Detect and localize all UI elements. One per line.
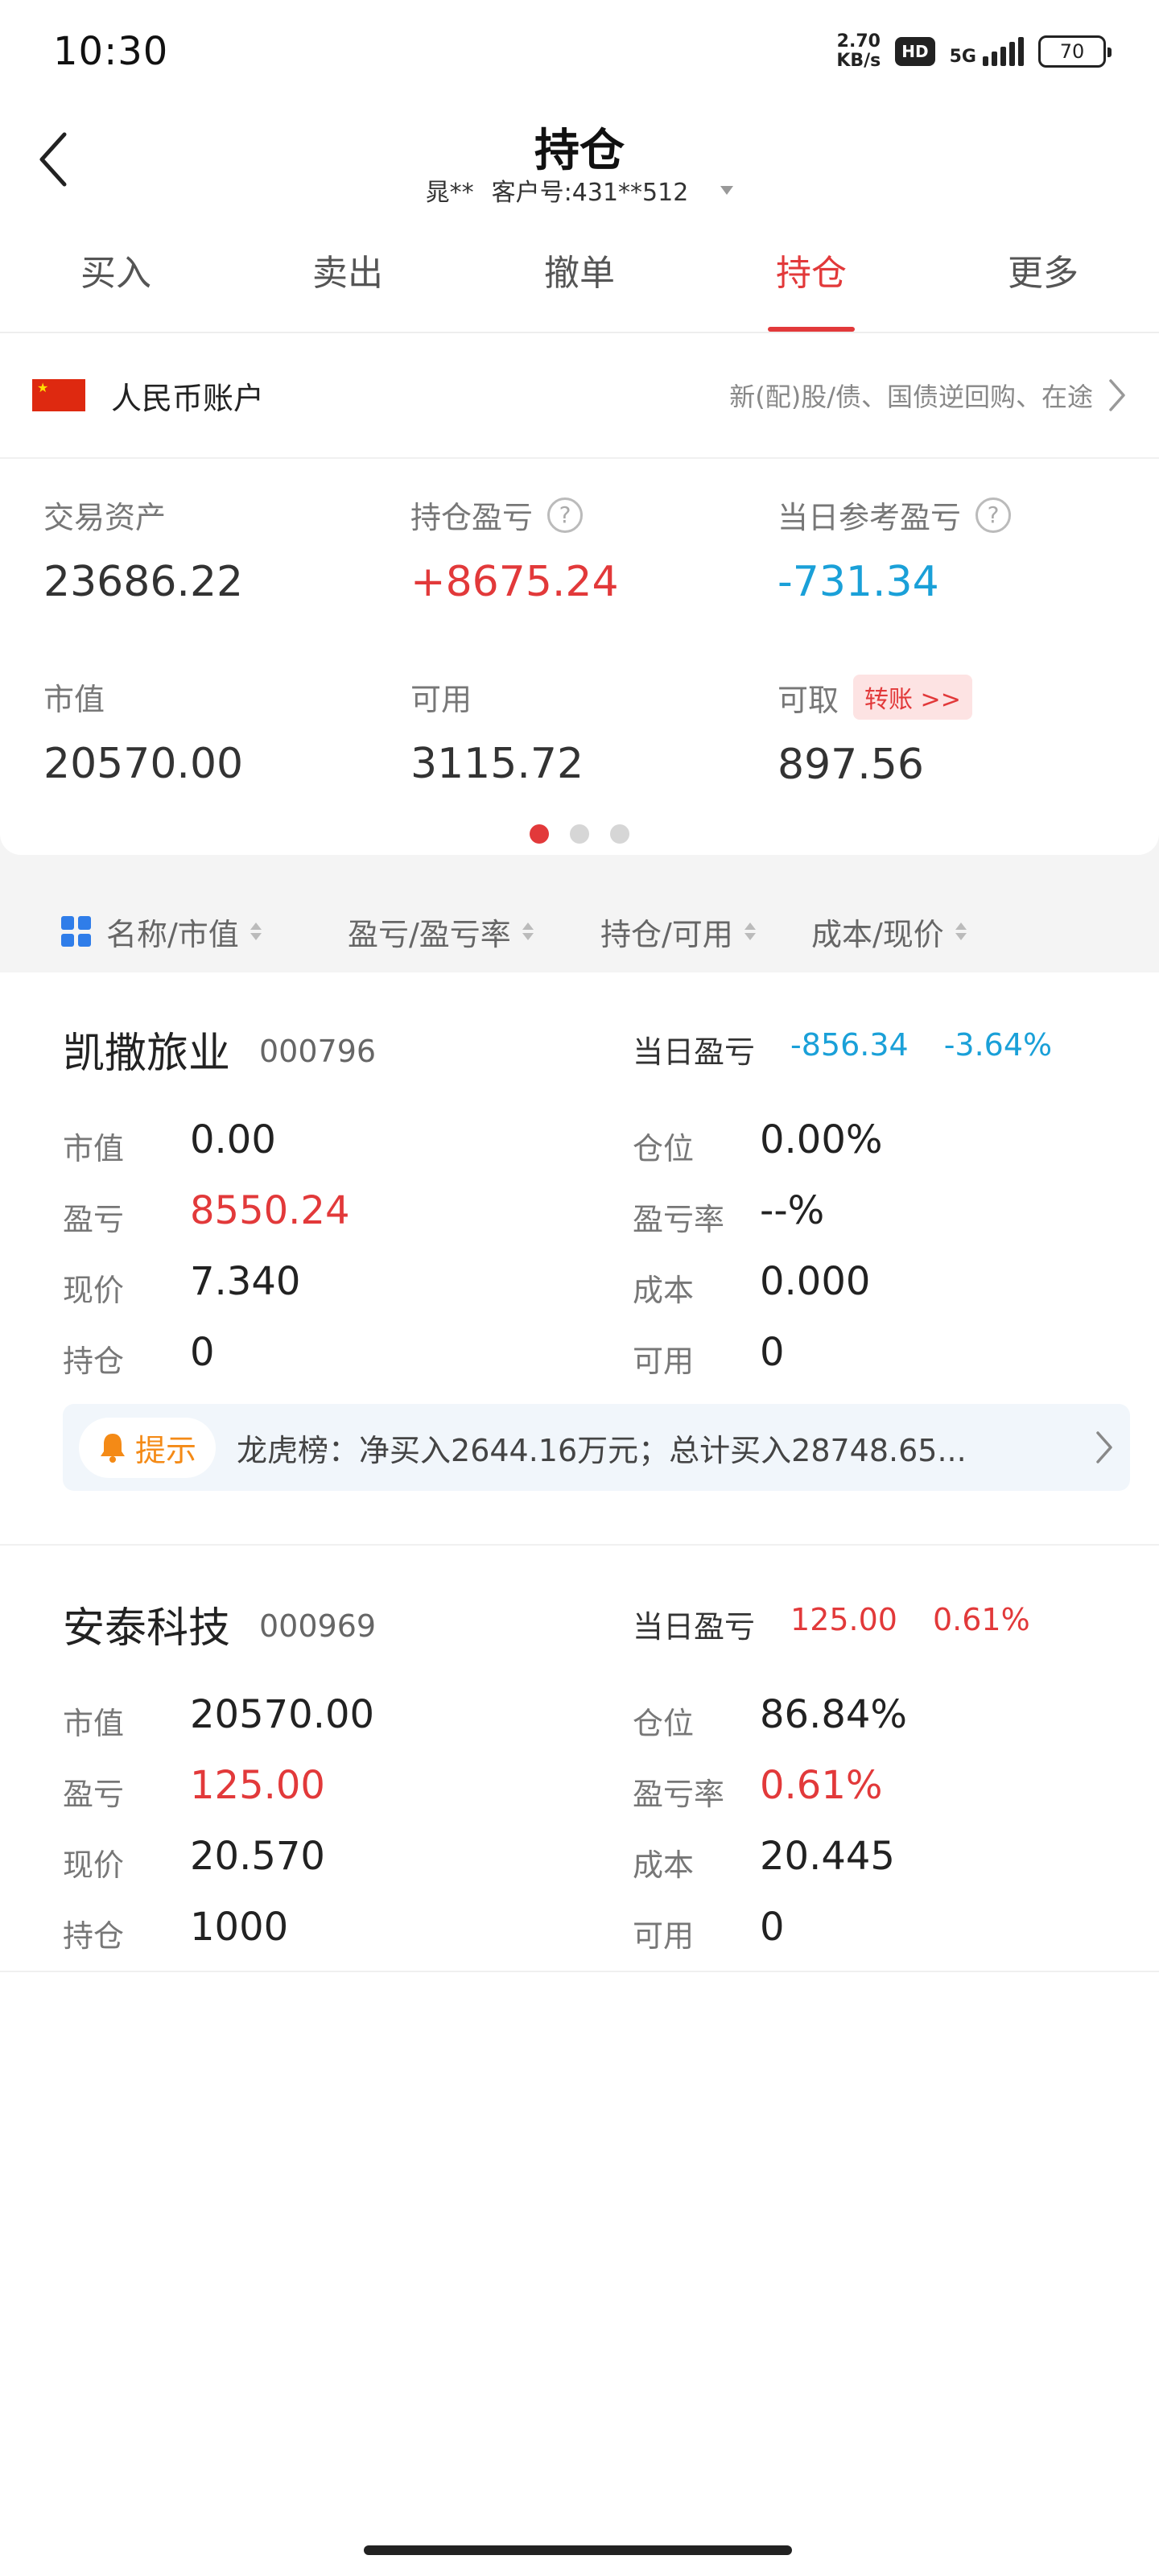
account-extra: 新(配)股/债、国债逆回购、在途 xyxy=(729,377,1127,414)
stock-name: 安泰科技 xyxy=(63,1604,231,1653)
account-card: ★ 人民币账户 新(配)股/债、国债逆回购、在途 交易资产 23686.22 持… xyxy=(0,333,1159,855)
status-bar: 10:30 2.70 KB/s HD 5G 70 xyxy=(0,0,1159,103)
caret-down-icon xyxy=(720,185,734,195)
help-icon[interactable]: ? xyxy=(975,497,1012,533)
tab-more[interactable]: 更多 xyxy=(927,227,1159,332)
battery-icon: 70 xyxy=(1038,35,1112,68)
net-speed: 2.70 KB/s xyxy=(836,31,881,71)
page-dot xyxy=(570,824,589,844)
metric-day-ref-pl: 当日参考盈亏 ? -731.34 xyxy=(777,493,1012,606)
chevron-right-icon xyxy=(1096,1431,1112,1463)
signal-icon: 5G xyxy=(950,37,1024,66)
cost-price: 20.445 xyxy=(760,1834,895,1879)
tip-bar[interactable]: 提示 龙虎榜：净买入2644.16万元；总计买入28748.65... xyxy=(63,1404,1130,1491)
stock-code: 000969 xyxy=(259,1608,377,1644)
metric-available: 可用 3115.72 xyxy=(410,682,584,788)
tip-text: 龙虎榜：净买入2644.16万元；总计买入28748.65... xyxy=(237,1432,967,1468)
available-qty: 0 xyxy=(760,1330,785,1375)
sort-icon xyxy=(522,923,534,940)
position-item[interactable]: 凯撒旅业 000796 当日盈亏 -856.34 -3.64% 市值 0.00 … xyxy=(0,972,1159,1546)
sort-pl[interactable]: 盈亏/盈亏率 xyxy=(348,890,534,972)
sort-cost[interactable]: 成本/现价 xyxy=(811,890,967,972)
stock-name: 凯撒旅业 xyxy=(63,1030,231,1078)
status-icons: 2.70 KB/s HD 5G 70 xyxy=(836,31,1112,71)
cost-price: 0.000 xyxy=(760,1259,871,1304)
page-dot xyxy=(530,824,549,844)
metric-position-pl: 持仓盈亏 ? +8675.24 xyxy=(410,493,619,606)
transfer-button[interactable]: 转账 >> xyxy=(853,675,972,720)
holding-qty: 1000 xyxy=(190,1905,289,1950)
chevron-right-icon xyxy=(1109,379,1125,411)
tip-badge: 提示 xyxy=(79,1417,217,1478)
tab-buy[interactable]: 买入 xyxy=(0,227,232,332)
sort-header: 名称/市值 盈亏/盈亏率 持仓/可用 成本/现价 xyxy=(0,890,1159,972)
tab-positions[interactable]: 持仓 xyxy=(695,227,927,332)
current-price: 20.570 xyxy=(190,1834,325,1879)
help-icon[interactable]: ? xyxy=(547,497,584,533)
grid-icon[interactable] xyxy=(61,916,92,947)
trade-tabs: 买入 卖出 撤单 持仓 更多 xyxy=(0,227,1159,333)
page-indicator xyxy=(0,824,1159,844)
sort-icon xyxy=(955,923,967,940)
stock-code: 000796 xyxy=(259,1034,377,1069)
pl-value: 8550.24 xyxy=(190,1188,350,1233)
page-title: 持仓 xyxy=(534,125,625,177)
hd-icon: HD xyxy=(895,37,935,66)
bell-icon xyxy=(101,1434,125,1463)
metric-withdrawable: 可取 转账 >> 897.56 xyxy=(777,675,972,789)
current-price: 7.340 xyxy=(190,1259,301,1304)
status-time: 10:30 xyxy=(53,29,169,74)
pl-ratio: 0.61% xyxy=(760,1763,883,1808)
position-item[interactable]: 安泰科技 000969 当日盈亏 125.00 0.61% 市值 20570.0… xyxy=(0,1547,1159,1972)
tab-sell[interactable]: 卖出 xyxy=(232,227,464,332)
day-pl: 当日盈亏 125.00 0.61% xyxy=(633,1602,1030,1645)
position-ratio: 86.84% xyxy=(760,1692,908,1737)
header: 持仓 晁** 客户号:431**512 xyxy=(0,103,1159,216)
metric-trade-assets: 交易资产 23686.22 xyxy=(43,500,244,606)
account-row[interactable]: ★ 人民币账户 新(配)股/债、国债逆回购、在途 xyxy=(0,333,1159,459)
pl-ratio: --% xyxy=(760,1188,825,1233)
sort-hold[interactable]: 持仓/可用 xyxy=(600,890,756,972)
customer-number: 客户号:431**512 xyxy=(491,179,689,207)
account-extra-text: 新(配)股/债、国债逆回购、在途 xyxy=(729,382,1093,412)
page-dot xyxy=(610,824,629,844)
tab-cancel[interactable]: 撤单 xyxy=(464,227,695,332)
metric-market-value: 市值 20570.00 xyxy=(43,682,244,788)
home-indicator[interactable] xyxy=(364,2545,792,2555)
account-name: 人民币账户 xyxy=(111,380,265,416)
market-value: 0.00 xyxy=(190,1117,276,1162)
market-value: 20570.00 xyxy=(190,1692,375,1737)
china-flag-icon: ★ xyxy=(32,379,85,411)
position-ratio: 0.00% xyxy=(760,1117,883,1162)
holding-qty: 0 xyxy=(190,1330,215,1375)
available-qty: 0 xyxy=(760,1905,785,1950)
pl-value: 125.00 xyxy=(190,1763,325,1808)
sort-icon xyxy=(744,923,756,940)
account-selector[interactable]: 晁** 客户号:431**512 xyxy=(0,172,1159,208)
user-name: 晁** xyxy=(425,179,474,207)
day-pl: 当日盈亏 -856.34 -3.64% xyxy=(633,1027,1053,1070)
sort-name-mv[interactable]: 名称/市值 xyxy=(106,890,262,972)
sort-icon xyxy=(250,923,262,940)
